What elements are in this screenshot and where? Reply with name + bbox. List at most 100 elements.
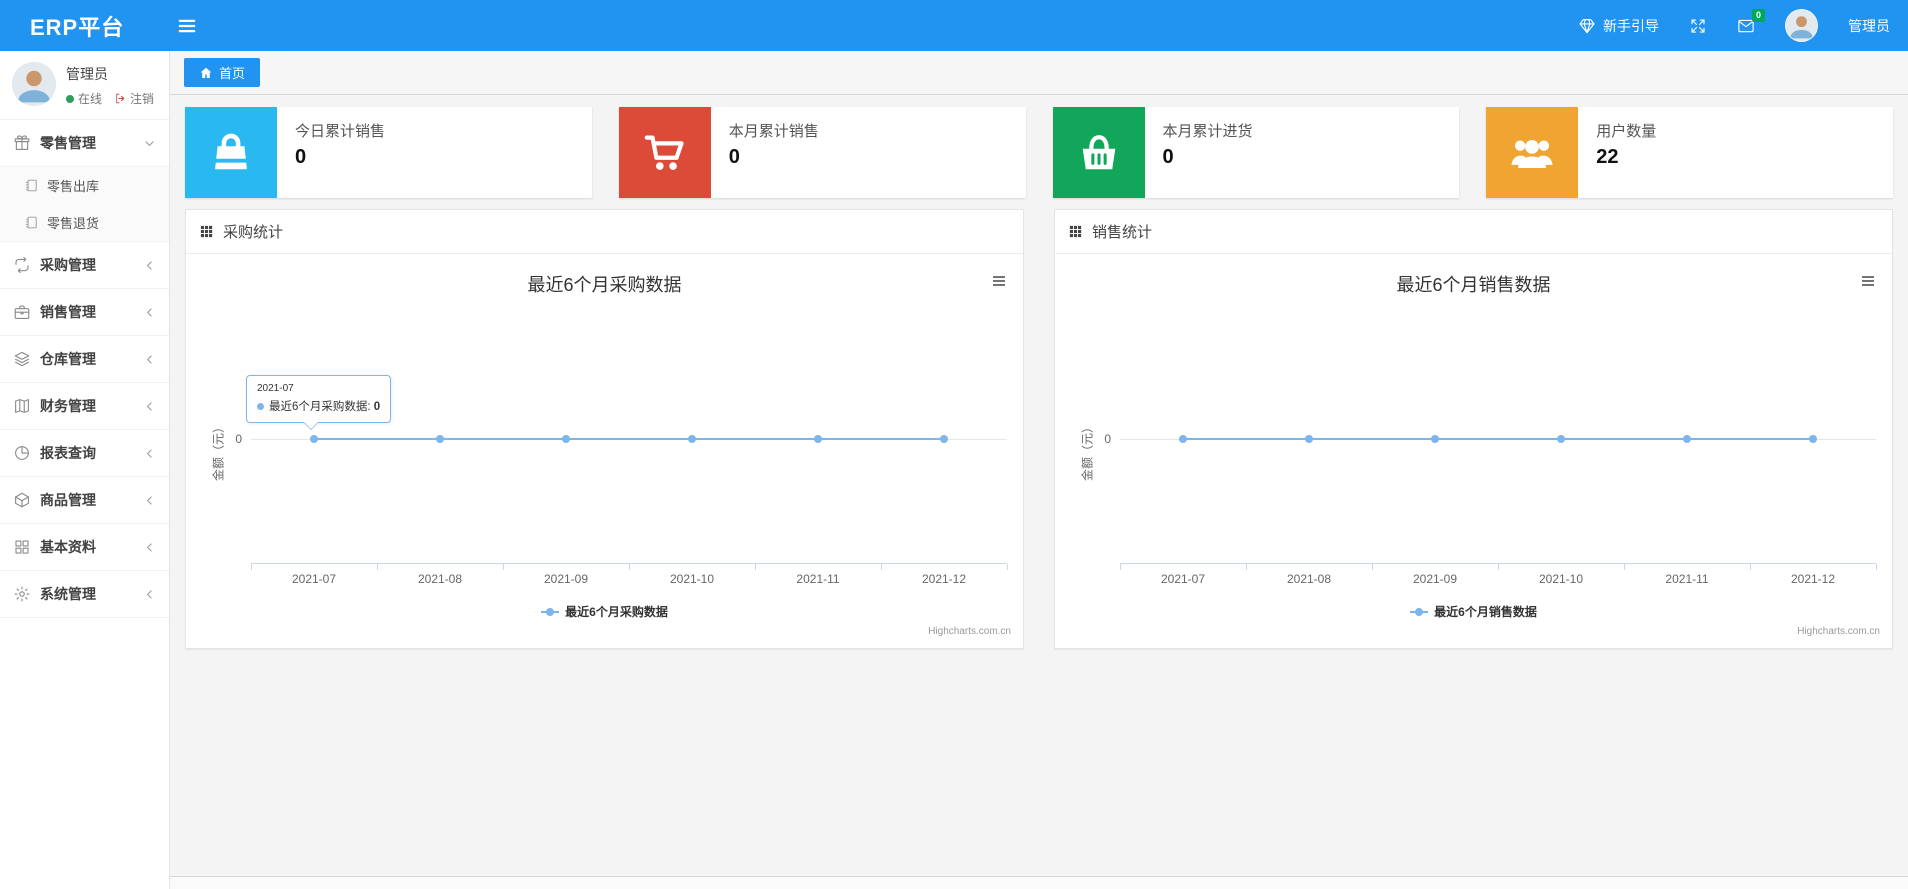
series-point[interactable] [1431, 435, 1439, 443]
sidebar-item-report[interactable]: 报表查询 [0, 430, 169, 476]
chart-legend: 最近6个月采购数据 [186, 603, 1023, 620]
sidebar-user-panel: 管理员 在线 注销 [0, 51, 169, 120]
x-axis-tick [629, 564, 630, 570]
x-axis-tick [1007, 564, 1008, 570]
sidebar-section-retail: 零售管理零售出库零售退货 [0, 120, 169, 242]
x-axis-tick [1876, 564, 1877, 570]
sidebar-item-system[interactable]: 系统管理 [0, 571, 169, 617]
sidebar-item-retail-out[interactable]: 零售出库 [0, 167, 169, 204]
x-axis-tick [755, 564, 756, 570]
legend-item[interactable]: 最近6个月销售数据 [1410, 603, 1537, 620]
sidebar-avatar [12, 62, 56, 106]
logout-button[interactable]: 注销 [114, 90, 154, 107]
highcharts-credit-link[interactable]: Highcharts.com.cn [928, 626, 1011, 637]
x-axis-label: 2021-09 [543, 572, 589, 586]
gear-icon [13, 585, 31, 603]
x-axis-tick [1372, 564, 1373, 570]
x-axis-tick [1246, 564, 1247, 570]
sidebar-item-basic[interactable]: 基本资料 [0, 524, 169, 570]
highcharts-credit-link[interactable]: Highcharts.com.cn [1797, 626, 1880, 637]
series-point[interactable] [1557, 435, 1565, 443]
series-point[interactable] [1683, 435, 1691, 443]
series-point[interactable] [1809, 435, 1817, 443]
x-axis-tick [1624, 564, 1625, 570]
series-point[interactable] [1179, 435, 1187, 443]
stat-card-month-purchase: 本月累计进货 0 [1052, 107, 1460, 198]
y-axis-tick-label: 0 [235, 432, 242, 446]
series-point[interactable] [940, 435, 948, 443]
loop-icon [13, 256, 31, 274]
x-axis-tick [503, 564, 504, 570]
y-axis-title: 金额（元） [1080, 420, 1095, 482]
sidebar-item-retail[interactable]: 零售管理 [0, 120, 169, 166]
sidebar-item-retail-return[interactable]: 零售退货 [0, 204, 169, 241]
sidebar-subitem-retail-return: 零售退货 [0, 204, 169, 241]
x-axis-label: 2021-11 [1665, 572, 1709, 586]
x-axis-label: 2021-09 [1412, 572, 1458, 586]
stat-card-value: 0 [728, 146, 740, 168]
sidebar-section-goods: 商品管理 [0, 477, 169, 524]
sidebar-section-finance: 财务管理 [0, 383, 169, 430]
sidebar-item-label: 系统管理 [40, 586, 96, 602]
guide-button[interactable]: 新手引导 [1578, 16, 1659, 36]
tab-home[interactable]: 首页 [184, 58, 261, 87]
sidebar-section-purchase: 采购管理 [0, 242, 169, 289]
tab-home-label: 首页 [219, 66, 246, 81]
guide-label: 新手引导 [1603, 17, 1659, 34]
sidebar-item-sales[interactable]: 销售管理 [0, 289, 169, 335]
cart-icon [642, 130, 688, 176]
legend-marker-icon [1410, 607, 1429, 616]
panel-purchase-stats: 采购统计 最近6个月采购数据 金额（元） 0 2021-07 2021-08 2021-09… [185, 209, 1024, 649]
navbar-user-menu[interactable]: 管理员 [1848, 16, 1890, 36]
stat-card-label: 用户数量 [1596, 123, 1657, 140]
chart-context-menu-button[interactable] [987, 270, 1011, 292]
chevron-left-icon [143, 588, 156, 601]
stat-card-icon-box [185, 107, 277, 198]
series-point[interactable] [688, 435, 696, 443]
y-axis-title: 金额（元） [211, 420, 226, 482]
sidebar-section-basic: 基本资料 [0, 524, 169, 571]
sidebar-user-status: 在线 注销 [66, 90, 154, 107]
chart-context-menu-button[interactable] [1856, 270, 1880, 292]
chevron-left-icon [143, 400, 156, 413]
users-icon [1509, 130, 1555, 176]
sidebar-submenu-retail: 零售出库零售退货 [0, 166, 169, 241]
stat-card-value: 22 [1596, 146, 1619, 168]
sidebar-item-purchase[interactable]: 采购管理 [0, 242, 169, 288]
sidebar-item-goods[interactable]: 商品管理 [0, 477, 169, 523]
layers-icon [13, 350, 31, 368]
legend-label: 最近6个月采购数据 [565, 605, 668, 619]
series-point[interactable] [562, 435, 570, 443]
online-label: 在线 [78, 92, 103, 106]
notebook-icon [24, 178, 39, 193]
sidebar-item-finance[interactable]: 财务管理 [0, 383, 169, 429]
pie-chart-icon [13, 444, 31, 462]
sidebar-subitem-label: 零售出库 [47, 179, 100, 194]
x-axis-label: 2021-12 [1790, 572, 1836, 586]
sidebar-toggle-icon[interactable] [176, 15, 198, 37]
navbar-avatar[interactable] [1785, 9, 1818, 42]
x-axis-tick [377, 564, 378, 570]
tooltip-series-text: 最近6个月采购数据: 0 [269, 401, 381, 413]
gift-icon [13, 134, 31, 152]
fullscreen-button[interactable] [1689, 17, 1707, 35]
app-brand: ERP平台 [30, 14, 125, 40]
x-axis-label: 2021-08 [417, 572, 463, 586]
x-axis-tick [1750, 564, 1751, 570]
chevron-down-icon [143, 137, 156, 150]
chevron-left-icon [143, 541, 156, 554]
chart-sales-stats: 最近6个月销售数据 金额（元） 0 2021-07 2021-08 2021-09 2021… [1055, 254, 1892, 648]
stat-card-value: 0 [1162, 146, 1174, 168]
series-point[interactable] [814, 435, 822, 443]
series-point[interactable] [1305, 435, 1313, 443]
sidebar-section-report: 报表查询 [0, 430, 169, 477]
series-point[interactable] [436, 435, 444, 443]
sidebar: 管理员 在线 注销 零售管理零售出库零售退货 采购管理 销售管理 仓库管理 财务管理 报表… [0, 51, 170, 889]
sidebar-item-warehouse[interactable]: 仓库管理 [0, 336, 169, 382]
panel-header-sales-stats: 销售统计 [1055, 210, 1892, 254]
legend-item[interactable]: 最近6个月采购数据 [541, 603, 668, 620]
series-point[interactable] [310, 435, 318, 443]
expand-icon [1689, 17, 1707, 35]
messages-button[interactable]: 0 [1737, 8, 1765, 35]
chart-legend: 最近6个月销售数据 [1055, 603, 1892, 620]
